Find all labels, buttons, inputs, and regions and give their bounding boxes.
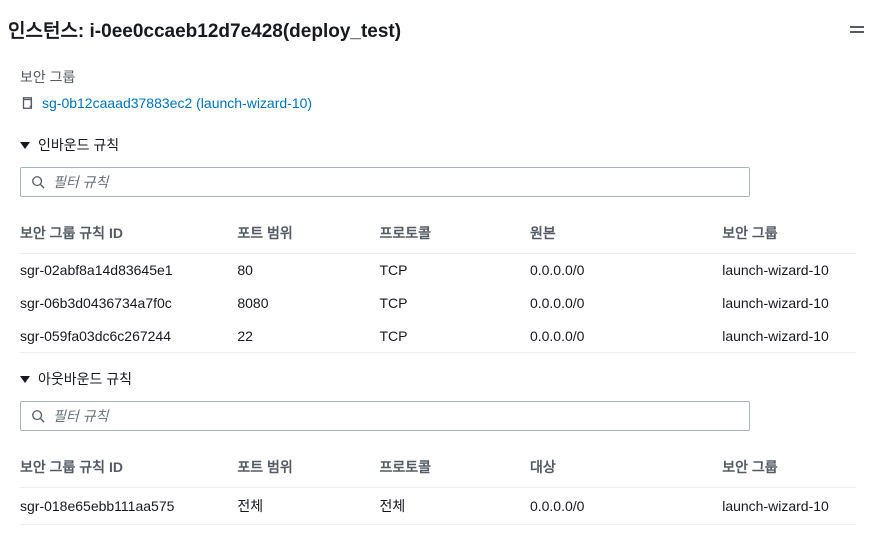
rule-source: 0.0.0.0/0 [530, 287, 722, 320]
rule-protocol: TCP [379, 254, 529, 287]
inbound-rules-table: 보안 그룹 규칙 ID 포트 범위 프로토콜 원본 보안 그룹 sgr-02ab… [20, 213, 856, 353]
security-group-link[interactable]: sg-0b12caaad37883ec2 (launch-wizard-10) [42, 95, 312, 111]
menu-icon[interactable] [846, 22, 868, 37]
rule-port: 22 [237, 320, 379, 353]
rule-id: sgr-06b3d0436734a7f0c [20, 287, 237, 320]
rule-protocol: 전체 [379, 488, 529, 525]
rule-sg: launch-wizard-10 [722, 488, 856, 525]
rule-protocol: TCP [379, 320, 529, 353]
rule-id: sgr-059fa03dc6c267244 [20, 320, 237, 353]
inbound-col-id: 보안 그룹 규칙 ID [20, 213, 237, 254]
rule-id: sgr-02abf8a14d83645e1 [20, 254, 237, 287]
rule-dest: 0.0.0.0/0 [530, 488, 722, 525]
rule-port: 8080 [237, 287, 379, 320]
inbound-col-port: 포트 범위 [237, 213, 379, 254]
outbound-col-protocol: 프로토콜 [379, 447, 529, 488]
page-title: 인스턴스: i-0ee0ccaeb12d7e428(deploy_test) [8, 16, 401, 43]
rule-id: sgr-018e65ebb111aa575 [20, 488, 237, 525]
inbound-col-protocol: 프로토콜 [379, 213, 529, 254]
outbound-rules-table: 보안 그룹 규칙 ID 포트 범위 프로토콜 대상 보안 그룹 sgr-018e… [20, 447, 856, 525]
table-row: sgr-059fa03dc6c267244 22 TCP 0.0.0.0/0 l… [20, 320, 856, 353]
table-row: sgr-018e65ebb111aa575 전체 전체 0.0.0.0/0 la… [20, 488, 856, 525]
inbound-rules-title: 인바운드 규칙 [38, 135, 119, 155]
rule-port: 전체 [237, 488, 379, 525]
table-row: sgr-02abf8a14d83645e1 80 TCP 0.0.0.0/0 l… [20, 254, 856, 287]
rule-protocol: TCP [379, 287, 529, 320]
outbound-filter-box[interactable] [20, 401, 750, 431]
inbound-filter-box[interactable] [20, 167, 750, 197]
table-row: sgr-06b3d0436734a7f0c 8080 TCP 0.0.0.0/0… [20, 287, 856, 320]
search-icon [31, 175, 45, 189]
rule-sg: launch-wizard-10 [722, 320, 856, 353]
chevron-down-icon [20, 142, 30, 149]
rule-source: 0.0.0.0/0 [530, 320, 722, 353]
rule-source: 0.0.0.0/0 [530, 254, 722, 287]
inbound-col-sg: 보안 그룹 [722, 213, 856, 254]
chevron-down-icon [20, 376, 30, 383]
inbound-col-source: 원본 [530, 213, 722, 254]
outbound-col-sg: 보안 그룹 [722, 447, 856, 488]
outbound-rules-toggle[interactable]: 아웃바운드 규칙 [20, 369, 856, 389]
security-group-label: 보안 그룹 [20, 67, 856, 87]
search-icon [31, 409, 45, 423]
outbound-col-port: 포트 범위 [237, 447, 379, 488]
outbound-col-dest: 대상 [530, 447, 722, 488]
rule-sg: launch-wizard-10 [722, 287, 856, 320]
inbound-filter-input[interactable] [53, 174, 739, 190]
outbound-rules-title: 아웃바운드 규칙 [38, 369, 132, 389]
rule-sg: launch-wizard-10 [722, 254, 856, 287]
inbound-rules-toggle[interactable]: 인바운드 규칙 [20, 135, 856, 155]
copy-icon[interactable] [20, 96, 34, 110]
outbound-col-id: 보안 그룹 규칙 ID [20, 447, 237, 488]
outbound-filter-input[interactable] [53, 408, 739, 424]
rule-port: 80 [237, 254, 379, 287]
